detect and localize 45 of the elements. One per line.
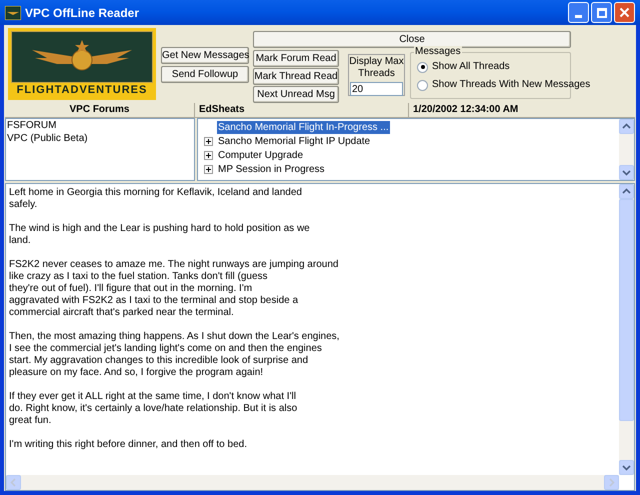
message-paragraph: If they ever get it ALL right at the same time, I don't know what I'll do. Right know, it's certainly a love/hate relationship. But it is also great fun. [9,391,298,427]
vertical-scrollbar[interactable] [619,119,634,180]
app-icon [5,6,21,20]
message-paragraph: Left home in Georgia this morning for Keflavik, Iceland and landed safely. [9,187,302,211]
scroll-up-button[interactable] [619,119,634,134]
minimize-button[interactable] [568,2,589,23]
thread-item[interactable]: Sancho Memorial Flight IP Update [217,134,372,148]
group-title: Messages [414,46,462,58]
thread-item[interactable]: Computer Upgrade [217,148,304,162]
expand-icon[interactable] [204,150,213,160]
max-threads-field[interactable]: 20 [350,82,403,96]
column-header[interactable]: EdSheats [195,103,409,118]
scroll-down-button[interactable] [619,165,634,180]
mark-forum-read-button[interactable]: Mark Forum Read [253,50,339,67]
expand-icon[interactable] [204,164,213,174]
forum-item[interactable]: VPC (Public Beta) [7,132,88,145]
window-title: VPC OffLine Reader [25,4,140,22]
radio-button[interactable] [417,80,428,90]
message-paragraph: The wind is high and the Lear is pushing hard to hold position as we land. [9,223,310,247]
close-window-button[interactable] [614,2,635,23]
scroll-up-button[interactable] [619,184,634,199]
expand-icon[interactable] [204,136,213,146]
vertical-scrollbar[interactable] [619,184,634,475]
radio-button[interactable] [417,62,428,72]
forum-item[interactable]: FSFORUM [7,119,56,132]
send-followup-button[interactable]: Send Followup [161,66,249,83]
get-new-messages-button[interactable]: Get New Messages [161,47,249,64]
message-paragraph: Then, the most amazing thing happens. As I shut down the Lear's engines, I see the commercial jet's landing light's come on and then the engines start. My aggravation changes to this incredible look of surprise and pleasure on my face. And so, I forgive the program again! [9,331,340,379]
scroll-down-button[interactable] [619,460,634,475]
column-header[interactable]: VPC Forums [5,103,195,118]
close-icon [619,7,630,18]
column-header[interactable]: 1/20/2002 12:34:00 AM [409,103,635,118]
thread-item[interactable]: Sancho Memorial Flight In-Progress ... [217,120,390,134]
close-button[interactable]: Close [253,31,571,48]
radio-label: Show Threads With New Messages [432,79,590,91]
next-unread-button[interactable]: Next Unread Msg [253,86,339,103]
maximize-button[interactable] [591,2,612,23]
logo-text: FLIGHTADVENTURES [16,83,148,97]
display-max-label: Display Max Threads [349,56,404,80]
thread-item[interactable]: MP Session in Progress [217,162,326,176]
radio-label: Show All Threads [432,61,510,73]
mark-thread-read-button[interactable]: Mark Thread Read [253,68,339,85]
scroll-thumb[interactable] [619,199,634,421]
message-paragraph: I'm writing this right before dinner, and then off to bed. [9,439,247,451]
message-paragraph: FS2K2 never ceases to amaze me. The night runways are jumping around like crazy as I taxi to the fuel station. Tanks don't fill (guess they're out of fuel). I'll figure that out in the morning. I'm aggravated with FS2K2 as I taxi to the terminal and stop beside a commercial aircraft that's parked near the terminal. [9,259,338,319]
